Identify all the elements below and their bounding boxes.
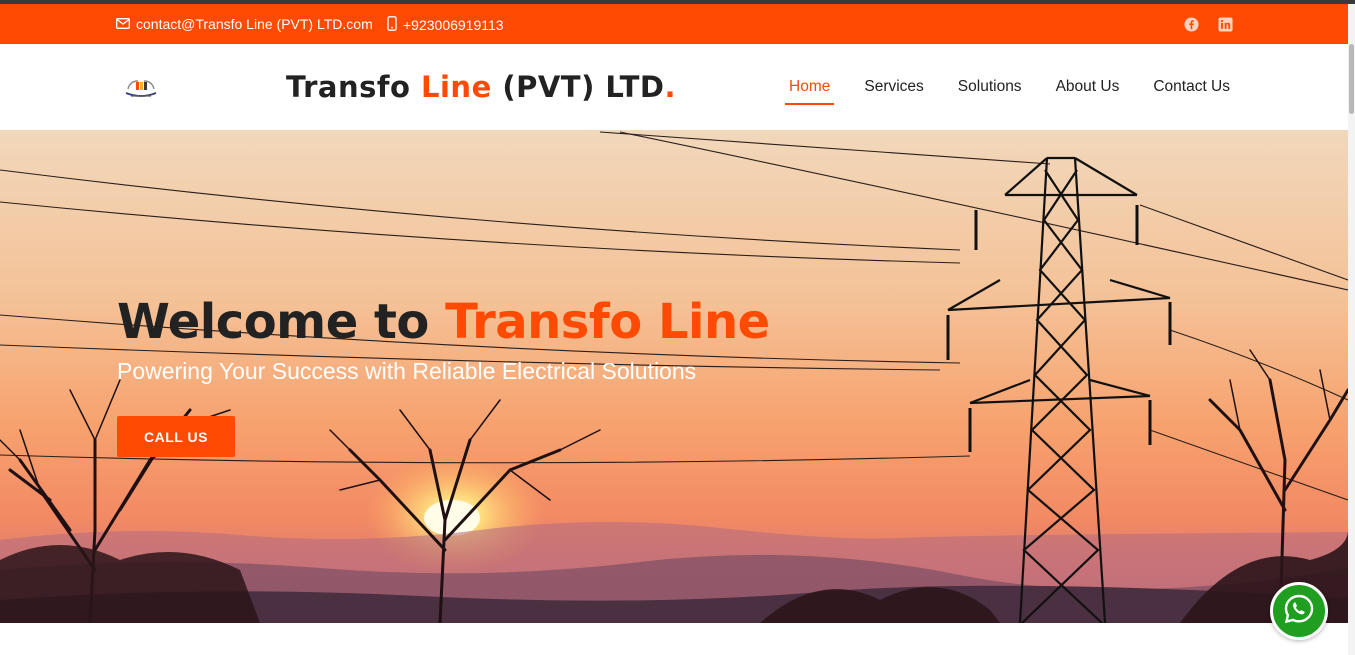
page: contact@Transfo Line (PVT) LTD.com +9230… [0, 0, 1355, 655]
brand-name-part1: Transfo [286, 70, 422, 104]
nav-item-home[interactable]: Home [784, 78, 835, 105]
call-us-button[interactable]: CALL US [117, 416, 235, 457]
phone-contact[interactable]: +923006919113 [387, 16, 504, 34]
brand-name-dot: . [664, 70, 676, 104]
company-logo[interactable] [122, 77, 160, 101]
nav-item-services[interactable]: Services [864, 78, 923, 102]
hero-title-accent: Transfo Line [445, 294, 770, 350]
mobile-phone-icon [387, 16, 397, 34]
hero-title: Welcome to Transfo Line [117, 294, 770, 350]
nav-item-contact-us[interactable]: Contact Us [1153, 78, 1230, 102]
nav-item-solutions[interactable]: Solutions [958, 78, 1022, 102]
hero-title-part1: Welcome to [117, 294, 446, 350]
scrollbar-thumb[interactable] [1349, 44, 1354, 114]
email-contact[interactable]: contact@Transfo Line (PVT) LTD.com [116, 16, 373, 32]
brand-name[interactable]: Transfo Line (PVT) LTD. [286, 70, 676, 104]
brand-name-part3: (PVT) LTD [491, 70, 665, 104]
phone-text: +923006919113 [403, 17, 504, 33]
site-header: Transfo Line (PVT) LTD. Home Services So… [0, 44, 1348, 130]
email-text: contact@Transfo Line (PVT) LTD.com [136, 16, 373, 32]
envelope-icon [116, 16, 130, 32]
nav-item-about-us[interactable]: About Us [1056, 78, 1120, 102]
facebook-icon[interactable] [1183, 16, 1199, 32]
whatsapp-button[interactable] [1270, 582, 1328, 640]
hero-subtitle: Powering Your Success with Reliable Elec… [117, 358, 697, 384]
linkedin-icon[interactable] [1217, 16, 1233, 32]
whatsapp-icon [1282, 592, 1316, 631]
hero-section: Welcome to Transfo Line Powering Your Su… [0, 130, 1348, 623]
top-contact-bar: contact@Transfo Line (PVT) LTD.com +9230… [0, 4, 1348, 44]
brand-name-accent: Line [421, 70, 492, 104]
main-nav: Home Services Solutions About Us Contact… [784, 78, 1230, 105]
page-scrollbar[interactable] [1348, 4, 1355, 655]
